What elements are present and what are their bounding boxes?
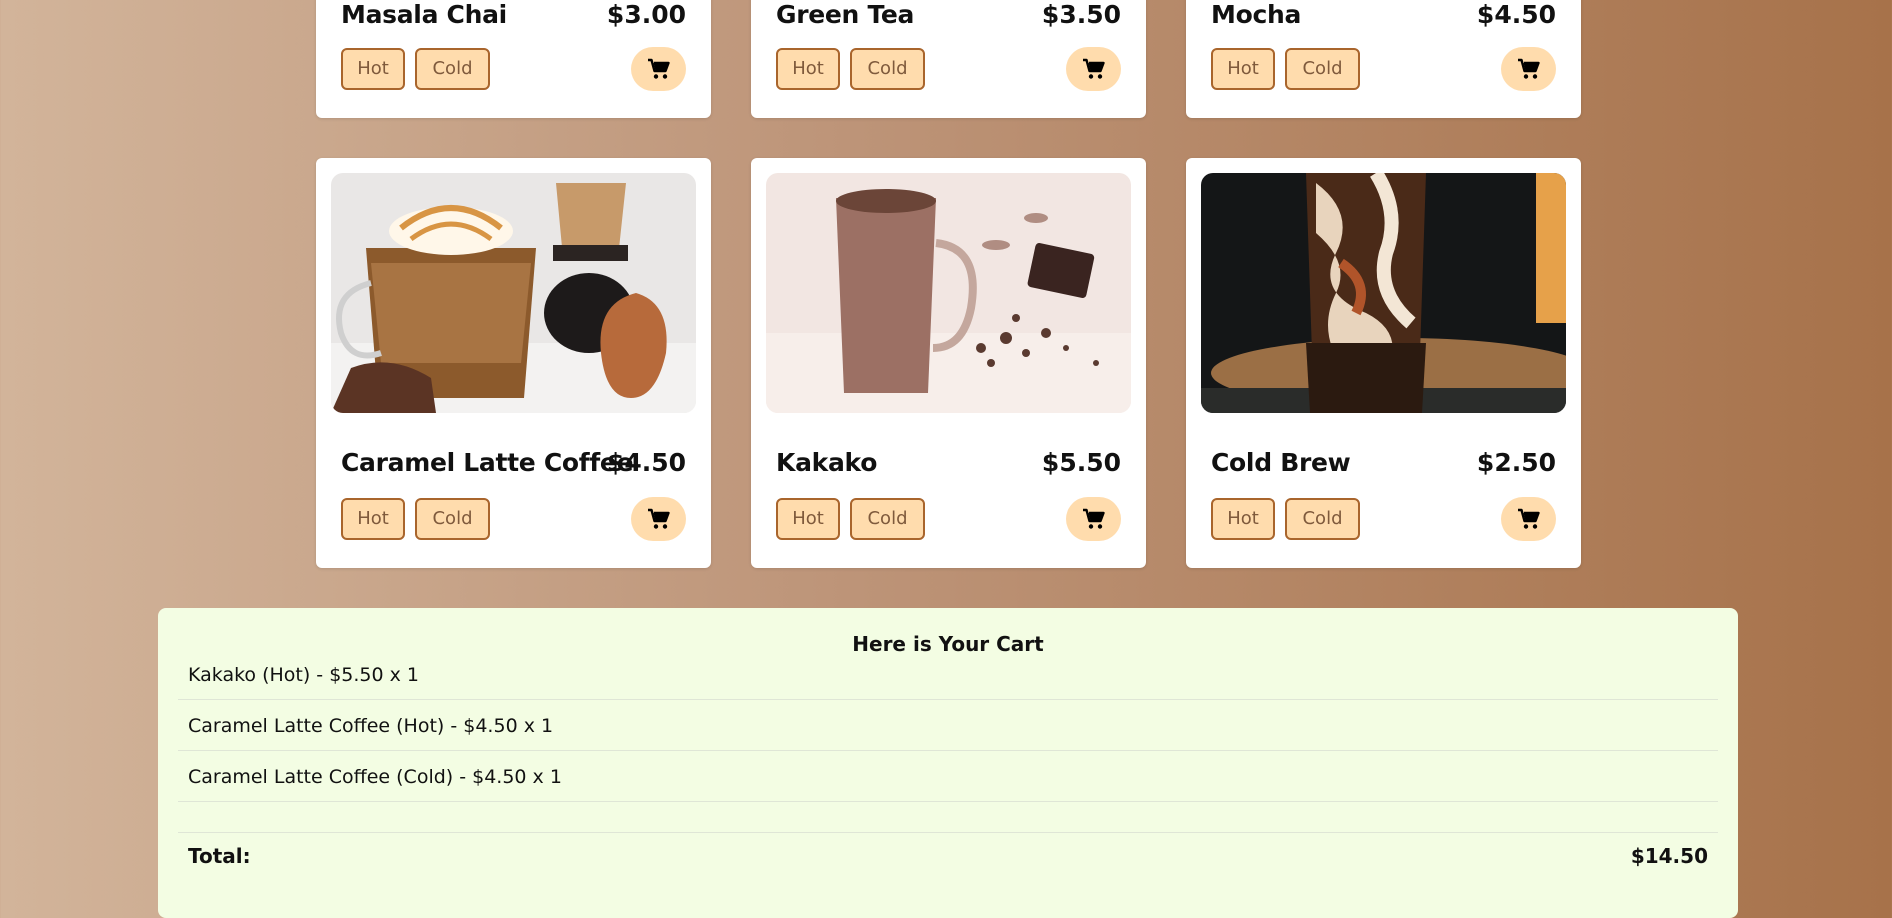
add-to-cart-button[interactable] — [631, 47, 686, 91]
cart-item: Kakako (Hot) - $5.50 x 1 — [178, 650, 1718, 700]
add-to-cart-button[interactable] — [631, 497, 686, 541]
product-card-caramel-latte-coffee: Caramel Latte Coffee $4.50 Hot Cold — [316, 158, 711, 568]
hot-option-button[interactable]: Hot — [1211, 498, 1275, 540]
product-image — [331, 173, 696, 413]
product-name: Cold Brew — [1211, 448, 1351, 477]
cold-option-button[interactable]: Cold — [1285, 498, 1360, 540]
cold-option-button[interactable]: Cold — [415, 498, 490, 540]
total-value: $14.50 — [1630, 844, 1708, 868]
cold-option-button[interactable]: Cold — [415, 48, 490, 90]
add-to-cart-button[interactable] — [1066, 497, 1121, 541]
hot-option-button[interactable]: Hot — [1211, 48, 1275, 90]
hot-option-button[interactable]: Hot — [776, 498, 840, 540]
product-price: $3.50 — [1041, 0, 1121, 29]
cart-panel: Here is Your Cart Kakako (Hot) - $5.50 x… — [158, 608, 1738, 918]
cart-icon — [1517, 58, 1540, 79]
cart-icon — [647, 508, 670, 529]
add-to-cart-button[interactable] — [1501, 497, 1556, 541]
cart-icon — [1082, 58, 1105, 79]
product-price: $4.50 — [606, 448, 686, 477]
cart-icon — [647, 58, 670, 79]
cold-option-button[interactable]: Cold — [1285, 48, 1360, 90]
product-name: Mocha — [1211, 0, 1302, 29]
product-price: $4.50 — [1476, 0, 1556, 29]
product-card-cold-brew: Cold Brew $2.50 Hot Cold — [1186, 158, 1581, 568]
product-price: $3.00 — [606, 0, 686, 29]
product-price: $2.50 — [1476, 448, 1556, 477]
cart-icon — [1082, 508, 1105, 529]
hot-option-button[interactable]: Hot — [341, 48, 405, 90]
product-card-green-tea: Green Tea $3.50 Hot Cold — [751, 0, 1146, 118]
add-to-cart-button[interactable] — [1501, 47, 1556, 91]
cold-option-button[interactable]: Cold — [850, 48, 925, 90]
product-name: Green Tea — [776, 0, 915, 29]
product-price: $5.50 — [1041, 448, 1121, 477]
cart-icon — [1517, 508, 1540, 529]
hot-option-button[interactable]: Hot — [776, 48, 840, 90]
hot-option-button[interactable]: Hot — [341, 498, 405, 540]
cart-item: Caramel Latte Coffee (Hot) - $4.50 x 1 — [178, 701, 1718, 751]
cart-item: Caramel Latte Coffee (Cold) - $4.50 x 1 — [178, 752, 1718, 802]
product-name: Caramel Latte Coffee — [341, 448, 634, 477]
product-image — [1201, 173, 1566, 413]
product-card-mocha: Mocha $4.50 Hot Cold — [1186, 0, 1581, 118]
product-name: Kakako — [776, 448, 878, 477]
product-image — [766, 173, 1131, 413]
product-card-kakako: Kakako $5.50 Hot Cold — [751, 158, 1146, 568]
cold-option-button[interactable]: Cold — [850, 498, 925, 540]
cart-divider — [178, 832, 1718, 833]
add-to-cart-button[interactable] — [1066, 47, 1121, 91]
product-card-masala-chai: Masala Chai $3.00 Hot Cold — [316, 0, 711, 118]
product-name: Masala Chai — [341, 0, 507, 29]
total-label: Total: — [188, 844, 251, 868]
